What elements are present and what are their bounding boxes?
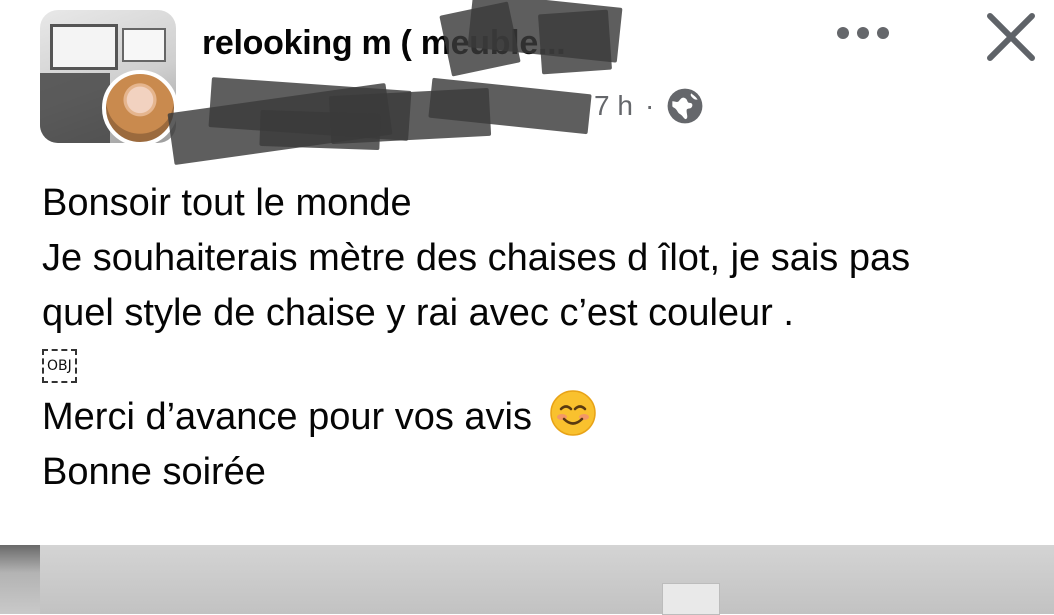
post-photo[interactable] (0, 545, 1054, 615)
post-line: Je souhaiterais mètre des chaises d îlot… (42, 237, 911, 279)
post-line: Bonsoir tout le monde (42, 182, 412, 224)
wall-outlet (662, 583, 720, 615)
group-avatar[interactable] (40, 10, 180, 146)
post-thanks-line: Merci d’avance pour vos avis (42, 389, 1042, 445)
redaction-mark (537, 9, 613, 75)
more-options-button[interactable] (828, 16, 898, 50)
smiling-face-icon (549, 390, 596, 436)
redaction-mark (259, 109, 381, 151)
post-text: Bonsoir tout le monde Je souhaiterais mè… (42, 176, 1042, 500)
post-line: quel style de chaise y rai avec c’est co… (42, 292, 794, 334)
more-dots-icon (837, 27, 849, 39)
author-avatar[interactable] (102, 70, 178, 146)
post-closing: Bonne soirée (42, 451, 266, 493)
meta-separator: · (644, 90, 655, 121)
post-time[interactable]: 7 h (594, 90, 633, 122)
close-icon[interactable] (980, 6, 1042, 68)
post-thanks: Merci d’avance pour vos avis (42, 396, 532, 438)
globe-icon[interactable] (666, 87, 704, 125)
object-placeholder: OBJ (42, 349, 77, 383)
